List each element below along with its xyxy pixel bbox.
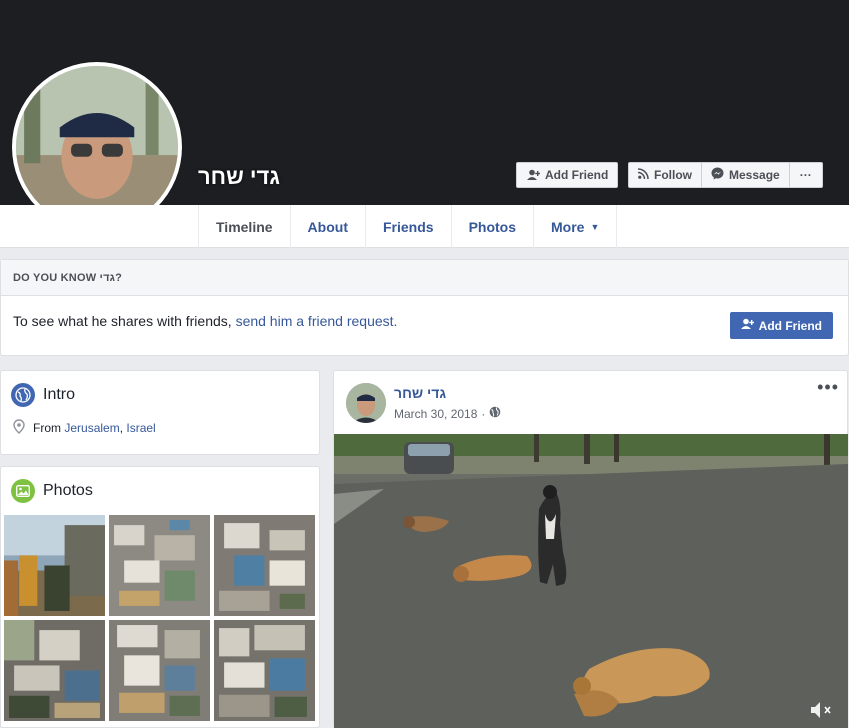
more-options-button[interactable]: ··· [790, 163, 822, 187]
photos-title: Photos [43, 482, 93, 499]
person-plus-icon [526, 168, 540, 182]
do-you-know-text: To see what he shares with friends, send… [1, 296, 848, 329]
tab-friends[interactable]: Friends [364, 205, 451, 248]
globe-icon [11, 383, 35, 407]
photos-card: Photos [0, 466, 320, 728]
add-friend-label: Add Friend [758, 318, 822, 333]
add-friend-button[interactable]: Add Friend [516, 162, 619, 188]
speaker-muted-icon[interactable] [808, 699, 836, 721]
follow-button[interactable]: Follow [629, 163, 702, 187]
map-pin-icon [13, 419, 25, 437]
post-video[interactable] [334, 434, 848, 728]
tab-label: Photos [468, 218, 517, 235]
add-friend-button-secondary[interactable]: Add Friend [729, 312, 833, 339]
country-link[interactable]: Israel [126, 421, 155, 435]
intro-title: Intro [43, 386, 76, 403]
prompt-text: To see what he shares with friends, [13, 313, 236, 329]
avatar-image [16, 66, 178, 228]
caret-down-icon: ▼ [590, 221, 600, 232]
globe-icon [489, 406, 501, 421]
photo-grid [4, 515, 315, 721]
profile-name[interactable]: גדי שחר [198, 164, 280, 190]
post-author-avatar[interactable] [346, 383, 386, 423]
messenger-icon [711, 167, 724, 183]
post-date[interactable]: March 30, 2018 [394, 407, 477, 421]
do-you-know-heading: DO YOU KNOW גדי? [1, 260, 848, 296]
photo-thumbnail[interactable] [109, 620, 210, 721]
timeline-post: גדי שחר March 30, 2018 · ••• [333, 370, 848, 728]
meta-separator: · [481, 406, 486, 421]
tab-photos[interactable]: Photos [450, 205, 533, 248]
do-you-know-card: DO YOU KNOW גדי? To see what he shares w… [0, 259, 849, 356]
post-meta: March 30, 2018 · [394, 406, 501, 421]
add-friend-label: Add Friend [545, 168, 609, 182]
avatar [16, 66, 178, 228]
photo-thumbnail[interactable] [4, 515, 105, 616]
city-link[interactable]: Jerusalem [64, 421, 119, 435]
tab-label: Timeline [216, 218, 273, 235]
photo-thumbnail[interactable] [109, 515, 210, 616]
person-plus-icon [740, 318, 754, 333]
friend-request-link[interactable]: send him a friend request. [236, 313, 398, 329]
from-label: From [33, 421, 61, 435]
profile-actions: Follow Message ··· [628, 162, 823, 188]
profile-nav: Timeline About Friends Photos More ▼ [0, 205, 849, 248]
message-button[interactable]: Message [702, 163, 790, 187]
photo-thumbnail[interactable] [214, 620, 315, 721]
more-dots: ··· [799, 168, 812, 182]
intro-location: From Jerusalem, Israel [1, 407, 319, 437]
follow-label: Follow [654, 168, 692, 182]
message-label: Message [729, 168, 780, 182]
tab-label: About [307, 218, 348, 235]
tab-about[interactable]: About [289, 205, 365, 248]
tab-timeline[interactable]: Timeline [198, 205, 290, 248]
post-options-button[interactable]: ••• [817, 377, 839, 398]
video-frame [334, 434, 848, 728]
image-icon [11, 479, 35, 503]
photo-thumbnail[interactable] [214, 515, 315, 616]
photo-thumbnail[interactable] [4, 620, 105, 721]
rss-icon [637, 168, 649, 182]
post-author-name[interactable]: גדי שחר [394, 385, 501, 401]
tab-more[interactable]: More ▼ [533, 205, 618, 248]
intro-card: Intro From Jerusalem, Israel [0, 370, 320, 455]
tab-label: More [551, 218, 585, 235]
tab-label: Friends [382, 218, 434, 235]
